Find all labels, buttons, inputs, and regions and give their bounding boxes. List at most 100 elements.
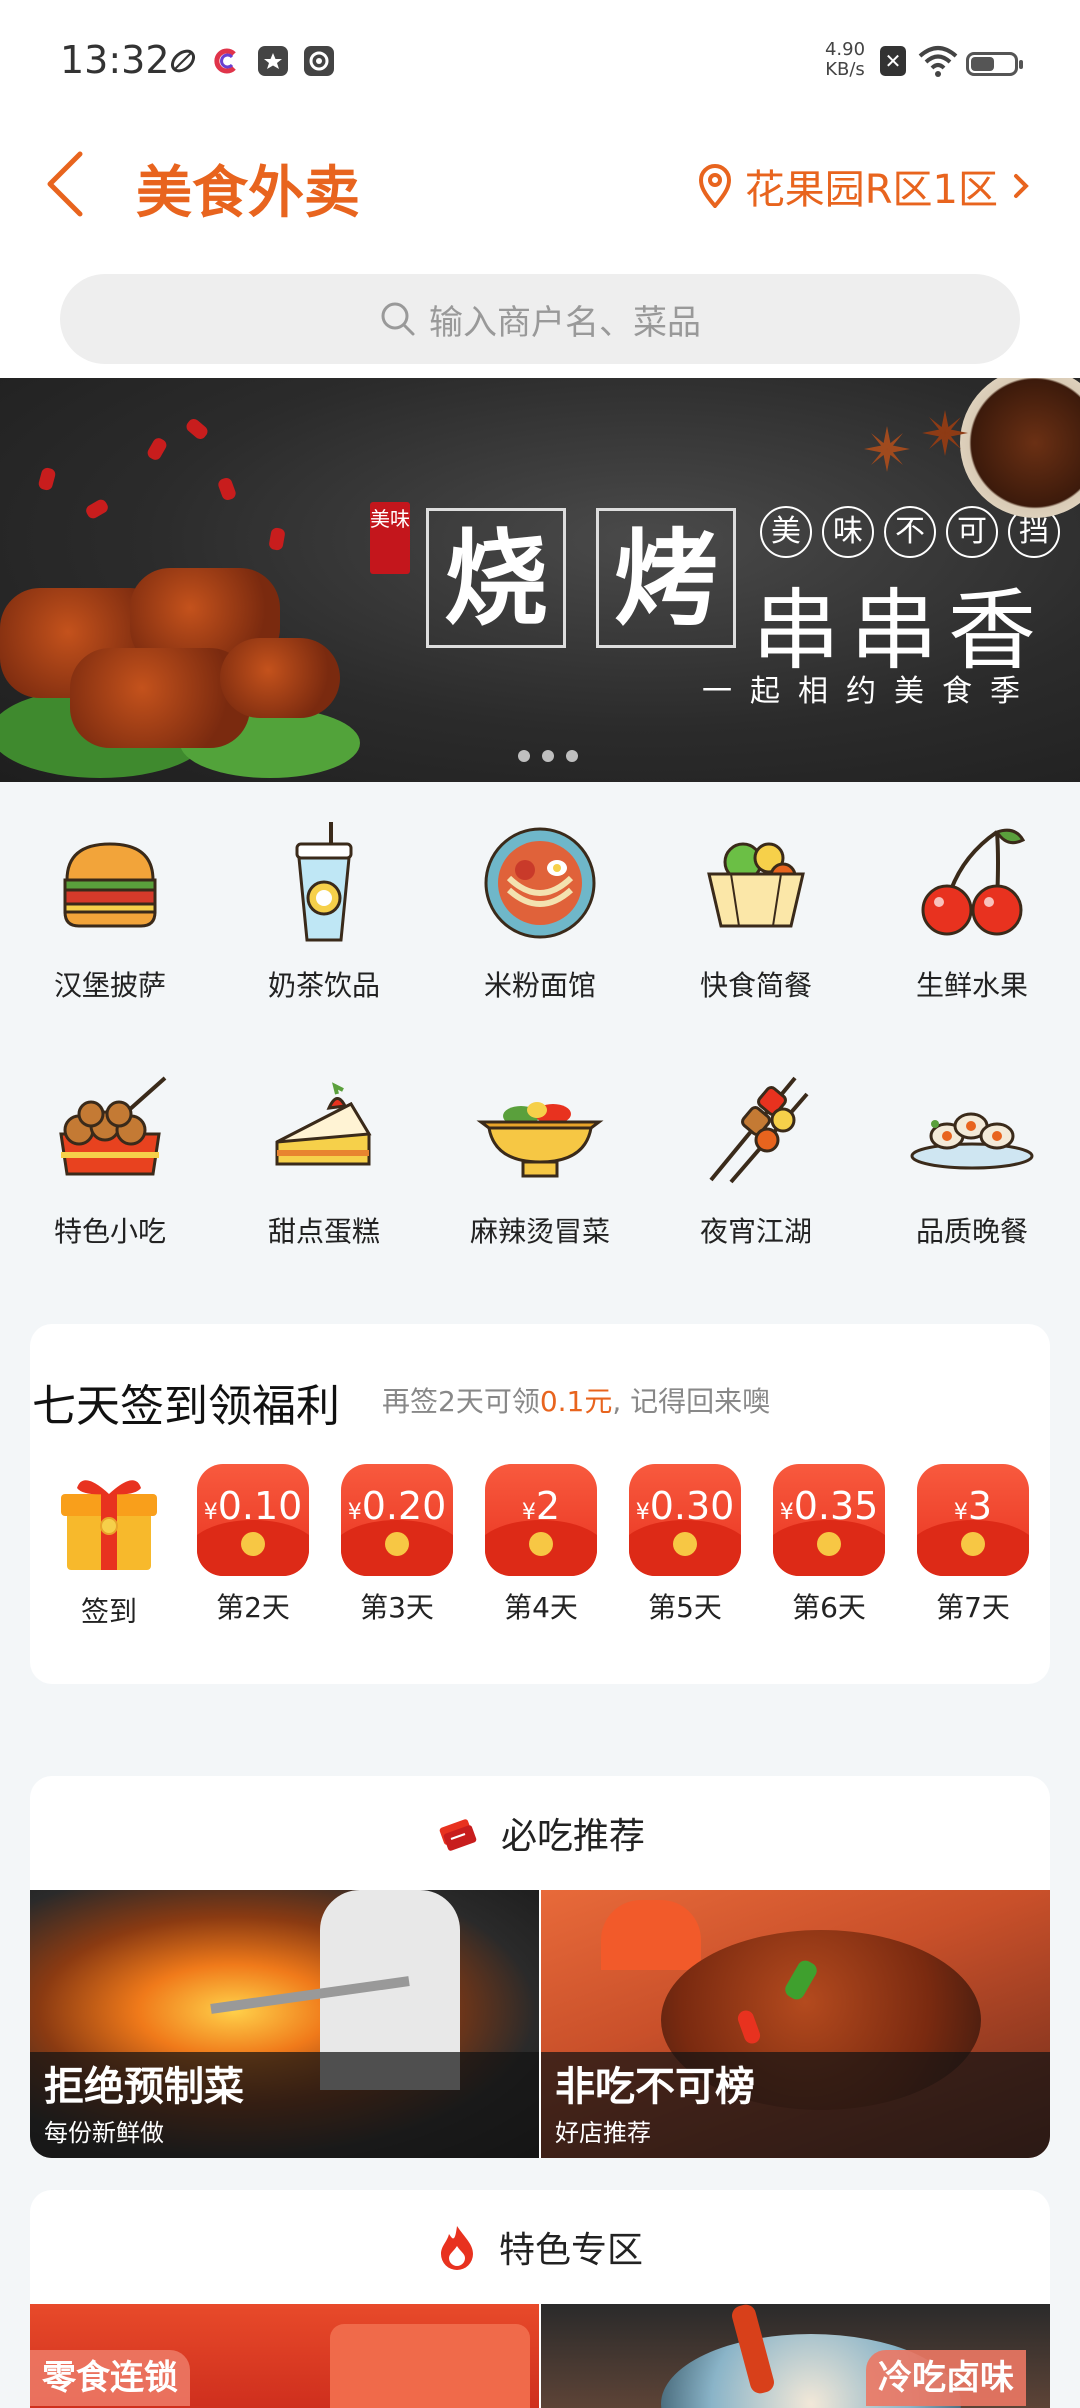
cake-icon — [275, 1082, 372, 1166]
spicy-pot-icon — [476, 1102, 604, 1178]
checkin-day-7[interactable]: ¥3 第7天 — [908, 1464, 1038, 1626]
checkin-day-5[interactable]: ¥0.30 第5天 — [620, 1464, 750, 1626]
wifi-icon — [918, 44, 958, 78]
location-pin-icon — [698, 164, 731, 208]
spice-bowl-image — [960, 378, 1080, 518]
red-packet-icon: ¥2 — [485, 1464, 597, 1576]
snack-chain-tag: 零食连锁 — [30, 2350, 190, 2406]
must-eat-section: 必吃推荐 拒绝预制菜 每份新鲜做 非吃不可榜 好店推荐 — [30, 1776, 1050, 2158]
chevron-right-icon — [1014, 174, 1029, 198]
category-label: 汉堡披萨 — [53, 969, 166, 1002]
banner-slogan: 一起相约美食季 — [702, 674, 1038, 709]
category-night-snack[interactable]: 夜宵江湖 — [648, 1046, 864, 1286]
category-label: 夜宵江湖 — [699, 1215, 812, 1248]
search-placeholder: 输入商户名、菜品 — [429, 302, 701, 343]
checkin-amount: 0.1元 — [539, 1385, 613, 1418]
checkin-today-button[interactable]: 签到 — [44, 1464, 174, 1630]
status-bar: 13:32 4.90 KB/s ✕ — [0, 0, 1080, 120]
search-bar[interactable]: 输入商户名、菜品 — [60, 274, 1020, 364]
category-label: 生鲜水果 — [915, 969, 1028, 1002]
reward-value: 0.20 — [361, 1484, 447, 1528]
category-label: 特色小吃 — [53, 1215, 166, 1248]
banner-seal: 美味 — [370, 502, 410, 574]
red-packet-icon: ¥0.30 — [629, 1464, 741, 1576]
burger-icon — [63, 842, 157, 928]
camera-icon — [304, 46, 334, 76]
checkin-day-label: 第3天 — [360, 1591, 434, 1624]
search-icon — [381, 302, 415, 336]
category-desserts[interactable]: 甜点蛋糕 — [216, 1046, 432, 1286]
milk-tea-icon — [295, 822, 353, 942]
cherry-icon — [921, 828, 1026, 936]
reward-value: 3 — [967, 1484, 993, 1528]
reward-value: 0.10 — [217, 1484, 303, 1528]
notification-x-icon: ✕ — [880, 46, 906, 76]
special-zone-title: 特色专区 — [498, 2230, 643, 2271]
reward-value: 0.35 — [793, 1484, 879, 1528]
category-label: 奶茶饮品 — [267, 969, 380, 1002]
must-eat-ranking-tile[interactable]: 非吃不可榜 好店推荐 — [541, 1890, 1050, 2158]
checkin-day-label: 第2天 — [216, 1591, 290, 1624]
red-packet-icon: ¥0.20 — [341, 1464, 453, 1576]
status-time: 13:32 — [60, 38, 170, 82]
category-burger-pizza[interactable]: 汉堡披萨 — [2, 800, 218, 1040]
reward-value: 0.30 — [649, 1484, 735, 1528]
tile-subtitle: 好店推荐 — [555, 2119, 651, 2147]
category-noodles[interactable]: 米粉面馆 — [432, 800, 648, 1040]
location-label: 花果园R区1区 — [744, 167, 998, 213]
category-snacks[interactable]: 特色小吃 — [2, 1046, 218, 1286]
checkin-day-label: 第6天 — [792, 1591, 866, 1624]
tile-title: 非吃不可榜 — [555, 2064, 755, 2110]
must-eat-title: 必吃推荐 — [500, 1816, 645, 1857]
banner-char-2: 烤 — [596, 508, 736, 648]
must-eat-header: 必吃推荐 — [30, 1776, 1050, 1890]
tile-title: 拒绝预制菜 — [44, 2064, 244, 2110]
promo-banner[interactable]: 美味 烧 烤 美 味 不 可 挡 串串香 一起相约美食季 — [0, 378, 1080, 782]
cold-braised-tag: 冷吃卤味 — [866, 2350, 1026, 2406]
flame-icon — [440, 2226, 473, 2270]
seafood-platter-icon — [910, 1112, 1034, 1170]
red-packet-icon: ¥0.35 — [773, 1464, 885, 1576]
c-app-icon — [212, 46, 242, 76]
net-speed-value: 4.90 — [824, 39, 866, 60]
gift-icon — [61, 1480, 157, 1570]
category-fast-food[interactable]: 快食简餐 — [648, 800, 864, 1040]
star-anise-icon — [922, 410, 968, 456]
checkin-day-4[interactable]: ¥2 第4天 — [476, 1464, 606, 1626]
category-fresh-fruit[interactable]: 生鲜水果 — [864, 800, 1080, 1040]
category-milk-tea[interactable]: 奶茶饮品 — [216, 800, 432, 1040]
special-zone-section: 特色专区 零食连锁 冷吃卤味 — [30, 2190, 1050, 2408]
checkin-day-label: 第4天 — [504, 1591, 578, 1624]
category-label: 米粉面馆 — [483, 969, 596, 1002]
noodle-bowl-icon — [484, 827, 596, 939]
no-precooked-tile[interactable]: 拒绝预制菜 每份新鲜做 — [30, 1890, 539, 2158]
net-speed: 4.90 KB/s — [820, 40, 870, 80]
checkin-card: 七天签到领福利 再签2天可领0.1元, 记得回来噢 签到 ¥0.10 第2天 ¥… — [30, 1324, 1050, 1684]
category-label: 麻辣烫冒菜 — [469, 1215, 610, 1248]
category-label: 甜点蛋糕 — [267, 1215, 380, 1248]
category-quality-dinner[interactable]: 品质晚餐 — [864, 1046, 1080, 1286]
bbq-skewers-image — [0, 528, 400, 782]
leaf-icon — [168, 46, 198, 76]
location-selector[interactable]: 花果园R区1区 — [695, 156, 1044, 216]
checkin-day-3[interactable]: ¥0.20 第3天 — [332, 1464, 462, 1626]
back-arrow-icon[interactable] — [40, 146, 100, 222]
ticket-icon — [439, 1819, 477, 1851]
reward-value: 2 — [535, 1484, 561, 1528]
checkin-day-2[interactable]: ¥0.10 第2天 — [188, 1464, 318, 1626]
red-packet-icon: ¥0.10 — [197, 1464, 309, 1576]
tile-subtitle: 每份新鲜做 — [44, 2119, 164, 2147]
takoyaki-icon — [59, 1076, 167, 1176]
category-label: 快食简餐 — [699, 969, 812, 1002]
star-badge-icon — [258, 46, 288, 76]
red-packet-icon: ¥3 — [917, 1464, 1029, 1576]
checkin-day-label: 第7天 — [936, 1591, 1010, 1624]
checkin-day-label: 签到 — [80, 1595, 137, 1628]
skewer-icon — [709, 1076, 809, 1184]
checkin-subtitle: 再签2天可领0.1元, 记得回来噢 — [382, 1385, 771, 1418]
checkin-day-6[interactable]: ¥0.35 第6天 — [764, 1464, 894, 1626]
checkin-day-label: 第5天 — [648, 1591, 722, 1624]
category-spicy-pot[interactable]: 麻辣烫冒菜 — [432, 1046, 648, 1286]
special-zone-header: 特色专区 — [30, 2190, 1050, 2304]
net-speed-unit: KB/s — [825, 59, 865, 80]
